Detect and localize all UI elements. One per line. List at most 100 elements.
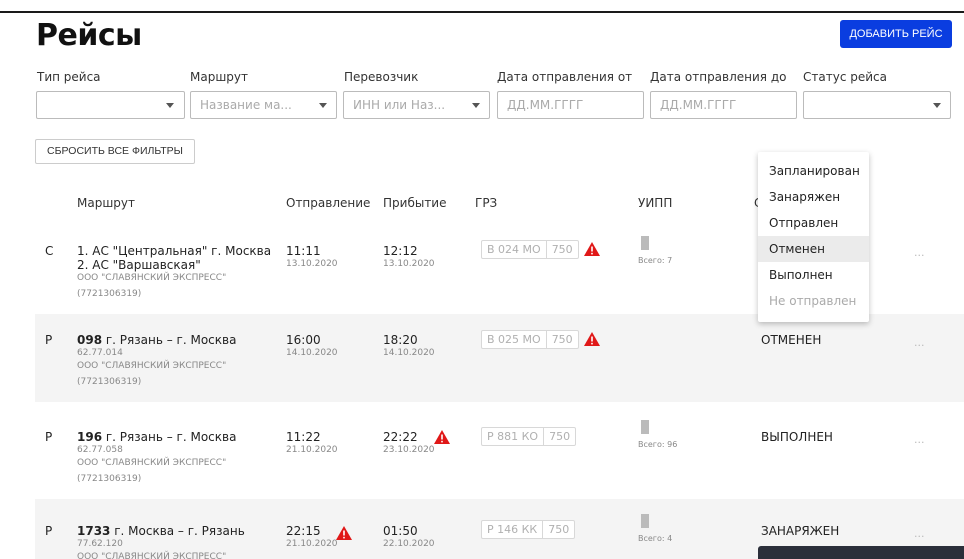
status-badge: ВЫПОЛНЕН [761, 430, 833, 444]
plate-number: Р 146 КК [487, 523, 538, 536]
departure-date: 21.10.2020 [286, 445, 338, 455]
date-from-input[interactable]: ДД.ММ.ГГГГ [497, 91, 644, 119]
route-cell: 1. АС "Центральная" г. Москва 2. АС "Вар… [77, 244, 277, 301]
route-number: 098 [77, 333, 103, 347]
departure-cell: 11:11 13.10.2020 [286, 244, 338, 271]
departure-date: 14.10.2020 [286, 348, 338, 358]
route-number: 196 [77, 430, 103, 444]
carrier-placeholder: ИНН или Наз... [353, 98, 446, 112]
warning-triangle-icon[interactable] [583, 331, 601, 347]
license-plate[interactable]: В 025 МО 750 [481, 330, 579, 349]
license-plate[interactable]: Р 881 КО 750 [481, 427, 577, 446]
license-plate[interactable]: Р 146 КК 750 [481, 520, 576, 539]
header-uipp[interactable]: УИПП [638, 196, 672, 210]
warning-triangle-icon[interactable] [433, 429, 451, 445]
trip-type: С [45, 244, 54, 258]
departure-cell: 22:15 21.10.2020 [286, 524, 338, 551]
carrier-name: ООО "СЛАВЯНСКИЙ ЭКСПРЕСС" [77, 273, 227, 283]
row-actions-button[interactable]: ... [914, 527, 925, 540]
header-departure[interactable]: Отправление [286, 196, 370, 210]
reset-filters-button[interactable]: СБРОСИТЬ ВСЕ ФИЛЬТРЫ [35, 139, 195, 164]
table-row[interactable]: Р 098 г. Рязань – г. Москва 62.77.014 ОО… [35, 314, 964, 402]
route-code: 77.62.120 [77, 539, 123, 549]
status-dropdown-menu: Запланирован Занаряжен Отправлен Отменен… [758, 152, 869, 322]
arrival-date: 23.10.2020 [383, 445, 435, 455]
uipp-indicator [641, 420, 649, 434]
route-title: 196 г. Рязань – г. Москва [77, 430, 277, 444]
departure-date: 13.10.2020 [286, 259, 338, 269]
arrival-time: 01:50 [383, 524, 418, 538]
arrival-date: 13.10.2020 [383, 259, 435, 269]
row-actions-button[interactable]: ... [914, 246, 925, 259]
uipp-cell[interactable]: Всего: 7 [638, 236, 672, 265]
carrier-inn: (7721306319) [77, 289, 142, 299]
uipp-total: Всего: 4 [638, 534, 673, 543]
route-code: 62.77.014 [77, 348, 123, 358]
route-cell: 196 г. Рязань – г. Москва 62.77.058 ООО … [77, 430, 277, 486]
arrival-time: 12:12 [383, 244, 418, 258]
row-actions-button[interactable]: ... [914, 336, 925, 349]
warning-triangle-icon[interactable] [335, 525, 353, 541]
filter-date-from-label: Дата отправления от [497, 70, 633, 84]
uipp-cell[interactable]: Всего: 96 [638, 420, 677, 449]
route-number: 1733 [77, 524, 111, 538]
add-trip-button[interactable]: ДОБАВИТЬ РЕЙС [840, 20, 952, 48]
page-title: Рейсы [36, 18, 142, 53]
plate-region: 750 [545, 331, 578, 348]
header-arrival[interactable]: Прибытие [383, 196, 447, 210]
departure-time: 16:00 [286, 333, 321, 347]
carrier-inn: (7721306319) [77, 474, 142, 484]
arrival-cell: 18:20 14.10.2020 [383, 333, 435, 360]
uipp-cell[interactable]: Всего: 4 [638, 514, 672, 543]
filter-status-label: Статус рейса [803, 70, 887, 84]
status-option-planned[interactable]: Запланирован [758, 158, 869, 184]
arrival-cell: 01:50 22.10.2020 [383, 524, 435, 551]
date-from-placeholder: ДД.ММ.ГГГГ [507, 98, 584, 112]
notification-toast[interactable] [758, 546, 964, 559]
route-code: 62.77.058 [77, 445, 123, 455]
departure-date: 21.10.2020 [286, 539, 338, 549]
uipp-indicator [641, 514, 649, 528]
uipp-indicator [641, 236, 649, 250]
carrier-name: ООО "СЛАВЯНСКИЙ ЭКСПРЕСС" [77, 552, 227, 559]
plate-region: 750 [543, 428, 575, 445]
route-placeholder: Название ма... [200, 98, 292, 112]
carrier-select[interactable]: ИНН или Наз... [343, 91, 490, 119]
trip-type-select[interactable] [36, 91, 185, 119]
status-badge: ОТМЕНЕН [761, 333, 822, 347]
date-to-input[interactable]: ДД.ММ.ГГГГ [650, 91, 797, 119]
arrival-cell: 12:12 13.10.2020 [383, 244, 435, 271]
chevron-down-icon [166, 103, 174, 108]
header-grz[interactable]: ГРЗ [475, 196, 497, 210]
table-row[interactable]: Р 196 г. Рязань – г. Москва 62.77.058 ОО… [35, 402, 964, 499]
route-name: г. Рязань – г. Москва [102, 333, 237, 347]
departure-cell: 11:22 21.10.2020 [286, 430, 338, 457]
plate-number: Р 881 КО [487, 430, 539, 443]
route-cell: 098 г. Рязань – г. Москва 62.77.014 ООО … [77, 333, 277, 389]
plate-region: 750 [545, 241, 578, 258]
filter-carrier-label: Перевозчик [344, 70, 419, 84]
trip-type: Р [45, 524, 53, 538]
route-select[interactable]: Название ма... [190, 91, 337, 119]
status-select[interactable] [803, 91, 951, 119]
route-title: 1733 г. Москва – г. Рязань [77, 524, 277, 538]
row-actions-button[interactable]: ... [914, 433, 925, 446]
route-cell: 1733 г. Москва – г. Рязань 77.62.120 ООО… [77, 524, 277, 559]
arrival-cell: 22:22 23.10.2020 [383, 430, 435, 457]
trip-type: Р [45, 430, 53, 444]
status-option-cancelled[interactable]: Отменен [758, 236, 869, 262]
warning-triangle-icon[interactable] [583, 241, 601, 257]
arrival-time: 22:22 [383, 430, 418, 444]
route-stop-2: 2. АС "Варшавская" [77, 258, 201, 272]
arrival-time: 18:20 [383, 333, 418, 347]
route-name: г. Москва – г. Рязань [110, 524, 245, 538]
route-title: 098 г. Рязань – г. Москва [77, 333, 277, 347]
filter-route-label: Маршрут [190, 70, 249, 84]
status-option-departed[interactable]: Отправлен [758, 210, 869, 236]
status-option-completed[interactable]: Выполнен [758, 262, 869, 288]
carrier-inn: (7721306319) [77, 377, 142, 387]
status-option-assigned[interactable]: Занаряжен [758, 184, 869, 210]
license-plate[interactable]: В 024 МО 750 [481, 240, 579, 259]
chevron-down-icon [319, 103, 327, 108]
header-route[interactable]: Маршрут [77, 196, 135, 210]
